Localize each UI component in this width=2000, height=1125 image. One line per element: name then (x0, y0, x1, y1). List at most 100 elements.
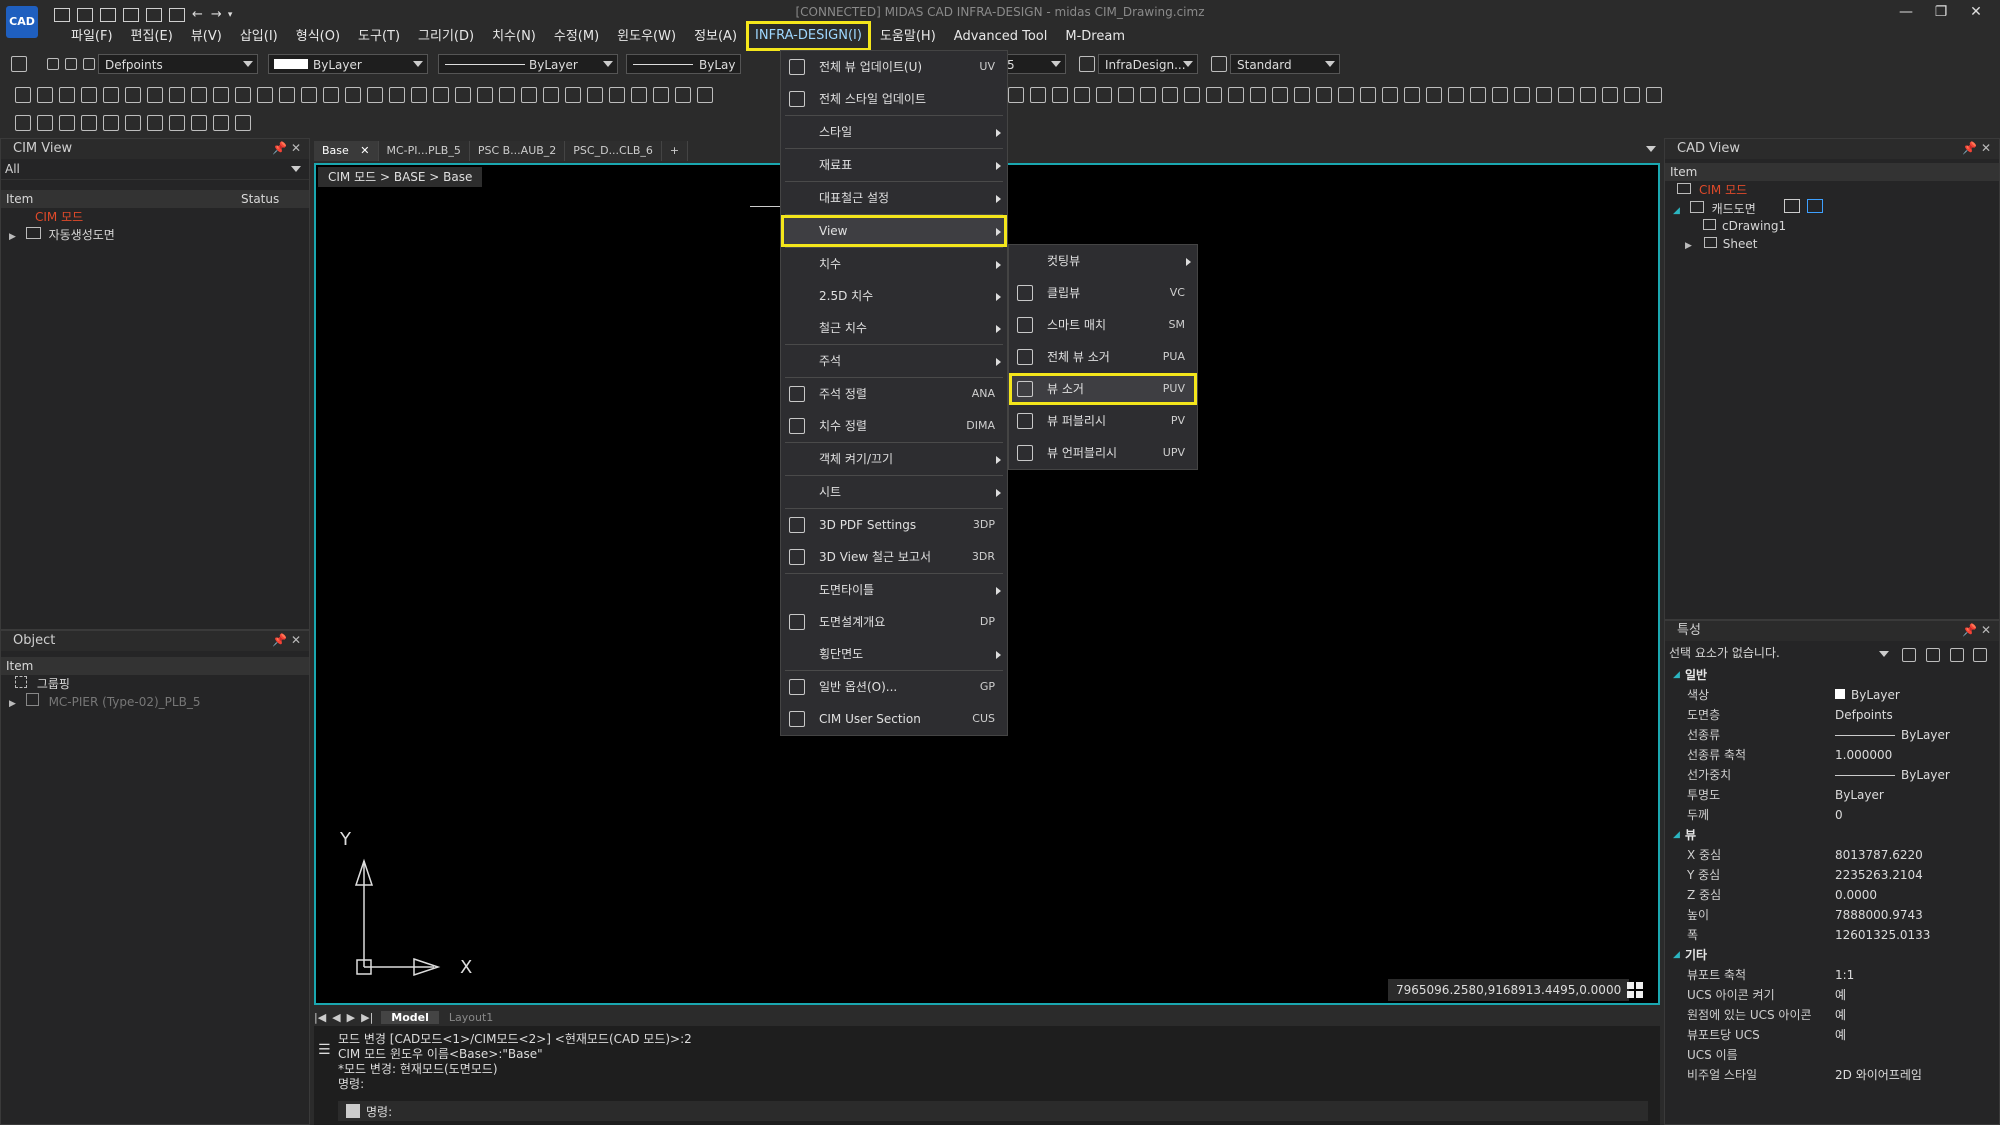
menu-item-upv[interactable]: 뷰 언퍼블리시 UPV (1009, 437, 1197, 469)
property-section[interactable]: ◢ 일반 (1665, 665, 1999, 685)
modify-tool-icon[interactable] (323, 87, 339, 103)
menu-item-submenu-7[interactable]: 대표철근 설정 (781, 182, 1007, 214)
collapse-icon[interactable]: ◢ (1673, 945, 1680, 965)
modify-tool-icon[interactable] (367, 87, 383, 103)
cim-tool-icon[interactable] (1580, 87, 1596, 103)
menu-m-dream[interactable]: M-Dream (1056, 26, 1134, 48)
cim-tool-icon[interactable] (1250, 87, 1266, 103)
modify-tool-icon[interactable] (279, 87, 295, 103)
modify-tool-icon[interactable] (191, 87, 207, 103)
menu-item-gp[interactable]: 일반 옵션(O)... GP (781, 671, 1007, 703)
menu-insert[interactable]: 삽입(I) (231, 26, 287, 48)
menu-item-submenu-22[interactable]: 시트 (781, 476, 1007, 508)
modify-tool-icon[interactable] (543, 87, 559, 103)
menu-advanced-tool[interactable]: Advanced Tool (945, 26, 1057, 48)
prev-layout-icon[interactable]: ◀ (332, 1011, 340, 1024)
object-node[interactable]: ▶ MC-PIER (Type-02)_PLB_5 (1, 693, 309, 711)
menu-item-submenu-1[interactable]: 전체 스타일 업데이트 (781, 83, 1007, 115)
cim-tool-icon[interactable] (1470, 87, 1486, 103)
cim-tool-icon[interactable] (1646, 87, 1662, 103)
menu-dimension[interactable]: 치수(N) (483, 26, 545, 48)
cim-tool-icon[interactable] (1118, 87, 1134, 103)
modify-tool-icon[interactable] (565, 87, 581, 103)
property-row[interactable]: 폭 12601325.0133 (1665, 925, 1999, 945)
modify-tool-icon[interactable] (301, 87, 317, 103)
menu-item-submenu-27[interactable]: 도면타이틀 (781, 574, 1007, 606)
property-row[interactable]: 두께 0 (1665, 805, 1999, 825)
selection-dropdown[interactable]: 선택 요소가 없습니다. (1665, 641, 1999, 665)
menu-draw[interactable]: 그리기(D) (409, 26, 483, 48)
cim-tool-icon[interactable] (1338, 87, 1354, 103)
draw-tool-icon[interactable] (59, 115, 75, 131)
grid-toggle-icon[interactable] (1624, 979, 1646, 1001)
cim-tool-icon[interactable] (1140, 87, 1156, 103)
command-input[interactable]: 명령: (338, 1101, 1648, 1121)
menu-item-submenu-20[interactable]: 객체 켜기/끄기 (781, 443, 1007, 475)
cim-tool-icon[interactable] (1008, 87, 1024, 103)
menu-tools[interactable]: 도구(T) (349, 26, 409, 48)
modify-tool-icon[interactable] (675, 87, 691, 103)
property-row[interactable]: 선종류 ByLayer (1665, 725, 1999, 745)
layer-dropdown[interactable]: Defpoints (98, 54, 258, 74)
cim-tool-icon[interactable] (1206, 87, 1222, 103)
add-tab-button[interactable]: + (661, 141, 689, 161)
last-layout-icon[interactable]: ▶| (361, 1011, 373, 1024)
modify-tool-icon[interactable] (455, 87, 471, 103)
layout-view-icon[interactable] (1783, 199, 1800, 213)
cim-tool-icon[interactable] (1316, 87, 1332, 103)
menu-item-sm[interactable]: 스마트 매치 SM (1009, 309, 1197, 341)
property-row[interactable]: 도면층 Defpoints (1665, 705, 1999, 725)
cim-tool-icon[interactable] (1030, 87, 1046, 103)
draw-tool-icon[interactable] (235, 115, 251, 131)
property-row[interactable]: 선가중치 ByLayer (1665, 765, 1999, 785)
modify-tool-icon[interactable] (345, 87, 361, 103)
modify-tool-icon[interactable] (125, 87, 141, 103)
lineweight-dropdown[interactable]: ByLay (626, 54, 741, 74)
menu-window[interactable]: 윈도우(W) (608, 26, 685, 48)
tab-base[interactable]: Base ✕ (314, 141, 379, 161)
pick-icon[interactable] (1973, 648, 1988, 662)
cim-tool-icon[interactable] (1404, 87, 1420, 103)
menu-item-uv[interactable]: 전체 뷰 업데이트(U) UV (781, 51, 1007, 83)
layer-on-icon[interactable] (47, 58, 59, 70)
property-row[interactable]: UCS 아이콘 켜기 예 (1665, 985, 1999, 1005)
minimize-button[interactable]: — (1895, 4, 1917, 20)
menu-format[interactable]: 형식(O) (287, 26, 349, 48)
cim-tool-icon[interactable] (1360, 87, 1376, 103)
auto-drawing-node[interactable]: ▶ 자동생성도면 (1, 226, 309, 244)
tab-psc-d[interactable]: PSC_D...CLB_6 (565, 141, 662, 161)
menu-item-dima[interactable]: 치수 정렬 DIMA (781, 410, 1007, 442)
menu-item-pv[interactable]: 뷰 퍼블리시 PV (1009, 405, 1197, 437)
sheet-node[interactable]: ▶ Sheet (1665, 235, 1999, 253)
cim-tool-icon[interactable] (1272, 87, 1288, 103)
cim-tool-icon[interactable] (1602, 87, 1618, 103)
modify-tool-icon[interactable] (59, 87, 75, 103)
cim-tool-icon[interactable] (1492, 87, 1508, 103)
menu-item-submenu-11[interactable]: 치수 (781, 248, 1007, 280)
draw-tool-icon[interactable] (213, 115, 229, 131)
modify-tool-icon[interactable] (81, 87, 97, 103)
menu-item-submenu-9[interactable]: View (781, 215, 1007, 247)
menu-info[interactable]: 정보(A) (685, 26, 746, 48)
dimstyle-dropdown[interactable]: InfraDesign... (1098, 54, 1198, 74)
cdrawing-node[interactable]: cDrawing1 (1665, 217, 1999, 235)
property-row[interactable]: 높이 7888000.9743 (1665, 905, 1999, 925)
draw-tool-icon[interactable] (147, 115, 163, 131)
modify-tool-icon[interactable] (477, 87, 493, 103)
panel-pin-close-icon[interactable]: 📌 ✕ (272, 633, 301, 647)
modify-tool-icon[interactable] (411, 87, 427, 103)
model-view-icon[interactable] (1807, 199, 1824, 213)
select-objects-icon[interactable] (1925, 648, 1940, 662)
cim-tool-icon[interactable] (1624, 87, 1640, 103)
cim-tool-icon[interactable] (1228, 87, 1244, 103)
modify-tool-icon[interactable] (37, 87, 53, 103)
cim-tool-icon[interactable] (1558, 87, 1574, 103)
menu-item-cus[interactable]: CIM User Section CUS (781, 703, 1007, 735)
menu-help[interactable]: 도움말(H) (871, 26, 945, 48)
draw-tool-icon[interactable] (15, 115, 31, 131)
modify-tool-icon[interactable] (609, 87, 625, 103)
property-section[interactable]: ◢ 뷰 (1665, 825, 1999, 845)
cim-tool-icon[interactable] (1536, 87, 1552, 103)
collapse-icon[interactable]: ◢ (1673, 825, 1680, 845)
cim-tool-icon[interactable] (1162, 87, 1178, 103)
